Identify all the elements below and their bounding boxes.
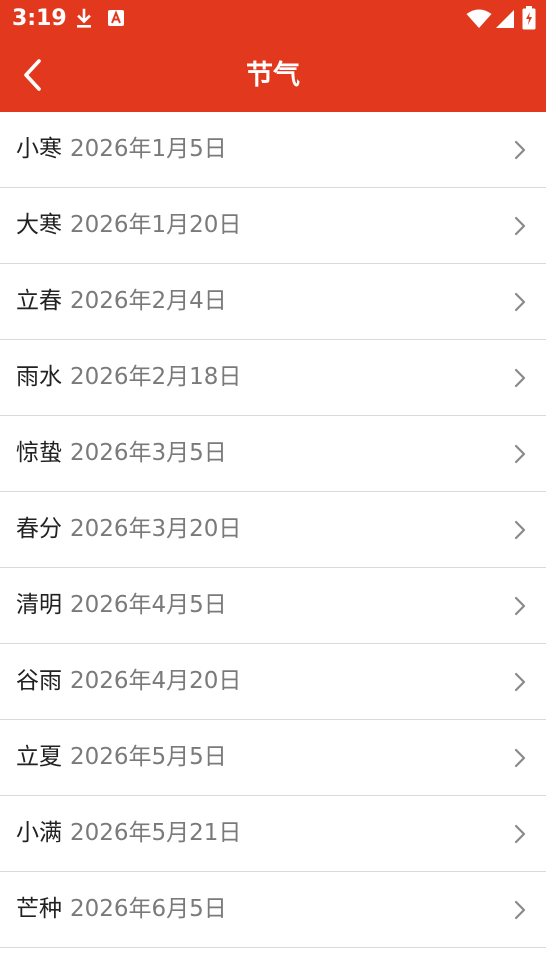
a-badge-icon bbox=[107, 9, 125, 31]
list-item[interactable]: 雨水 2026年2月18日 bbox=[0, 340, 546, 416]
battery-charging-icon bbox=[522, 6, 536, 34]
term-name: 小满 bbox=[16, 820, 62, 846]
term-text: 立夏 2026年5月5日 bbox=[16, 720, 227, 795]
chevron-right-icon bbox=[514, 140, 526, 160]
term-text: 清明 2026年4月5日 bbox=[16, 568, 227, 643]
term-text: 立春 2026年2月4日 bbox=[16, 264, 227, 339]
term-date: 2026年3月5日 bbox=[70, 440, 227, 466]
term-name: 大寒 bbox=[16, 212, 62, 238]
term-name: 清明 bbox=[16, 592, 62, 618]
chevron-right-icon bbox=[514, 748, 526, 768]
status-time: 3:19 bbox=[12, 6, 67, 31]
term-date: 2026年2月4日 bbox=[70, 288, 227, 314]
list-item[interactable]: 春分 2026年3月20日 bbox=[0, 492, 546, 568]
solar-term-list: 小寒 2026年1月5日大寒 2026年1月20日立春 2026年2月4日雨水 2026… bbox=[0, 112, 546, 948]
term-name: 小寒 bbox=[16, 136, 62, 162]
page-title: 节气 bbox=[246, 60, 300, 91]
term-name: 立夏 bbox=[16, 744, 62, 770]
term-date: 2026年3月20日 bbox=[70, 516, 242, 542]
term-name: 谷雨 bbox=[16, 668, 62, 694]
term-text: 惊蛰 2026年3月5日 bbox=[16, 416, 227, 491]
term-text: 大寒 2026年1月20日 bbox=[16, 188, 241, 263]
wifi-icon bbox=[466, 9, 492, 33]
download-icon bbox=[74, 8, 94, 34]
term-name: 春分 bbox=[16, 516, 62, 542]
status-bar: 3:19 bbox=[0, 0, 546, 38]
list-item[interactable]: 小寒 2026年1月5日 bbox=[0, 112, 546, 188]
chevron-right-icon bbox=[514, 216, 526, 236]
signal-icon bbox=[495, 9, 515, 33]
term-date: 2026年5月21日 bbox=[70, 820, 242, 846]
term-date: 2026年5月5日 bbox=[70, 744, 227, 770]
list-item[interactable]: 清明 2026年4月5日 bbox=[0, 568, 546, 644]
list-item[interactable]: 大寒 2026年1月20日 bbox=[0, 188, 546, 264]
term-text: 小满 2026年5月21日 bbox=[16, 796, 241, 871]
term-date: 2026年6月5日 bbox=[70, 896, 227, 922]
term-text: 小寒 2026年1月5日 bbox=[16, 112, 227, 187]
app-bar: 节气 bbox=[0, 38, 546, 112]
chevron-right-icon bbox=[514, 292, 526, 312]
list-item[interactable]: 小满 2026年5月21日 bbox=[0, 796, 546, 872]
term-text: 雨水 2026年2月18日 bbox=[16, 340, 241, 415]
term-date: 2026年4月20日 bbox=[70, 668, 242, 694]
list-item[interactable]: 惊蛰 2026年3月5日 bbox=[0, 416, 546, 492]
term-name: 惊蛰 bbox=[16, 440, 62, 466]
list-item[interactable]: 谷雨 2026年4月20日 bbox=[0, 644, 546, 720]
list-item[interactable]: 芒种 2026年6月5日 bbox=[0, 872, 546, 948]
chevron-right-icon bbox=[514, 672, 526, 692]
chevron-right-icon bbox=[514, 520, 526, 540]
term-date: 2026年4月5日 bbox=[70, 592, 227, 618]
chevron-right-icon bbox=[514, 444, 526, 464]
term-date: 2026年1月5日 bbox=[70, 136, 227, 162]
chevron-right-icon bbox=[514, 596, 526, 616]
term-name: 立春 bbox=[16, 288, 62, 314]
term-text: 谷雨 2026年4月20日 bbox=[16, 644, 241, 719]
term-text: 春分 2026年3月20日 bbox=[16, 492, 241, 567]
list-item[interactable]: 立夏 2026年5月5日 bbox=[0, 720, 546, 796]
chevron-right-icon bbox=[514, 368, 526, 388]
app-screen: 3:19 节气 小寒 2026年1月5日 大寒 2026年1月20日 立春 20… bbox=[0, 0, 546, 972]
term-name: 芒种 bbox=[16, 896, 62, 922]
chevron-right-icon bbox=[514, 824, 526, 844]
term-name: 雨水 bbox=[16, 364, 62, 390]
list-item[interactable]: 立春 2026年2月4日 bbox=[0, 264, 546, 340]
chevron-right-icon bbox=[514, 900, 526, 920]
term-date: 2026年1月20日 bbox=[70, 212, 242, 238]
term-date: 2026年2月18日 bbox=[70, 364, 242, 390]
term-text: 芒种 2026年6月5日 bbox=[16, 872, 227, 947]
